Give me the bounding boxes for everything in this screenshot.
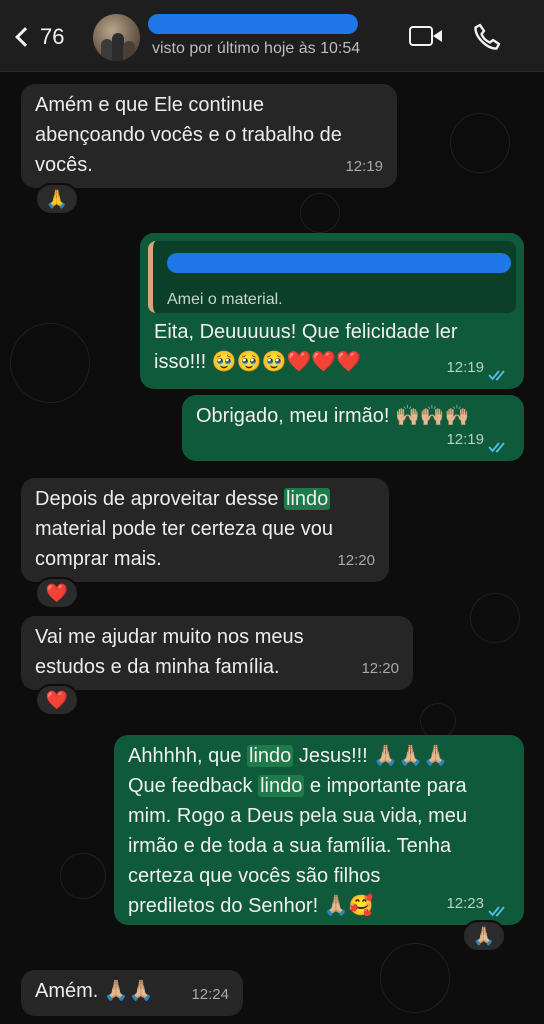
quoted-message[interactable]: Amei o material. (148, 241, 516, 313)
message-line: Vai me ajudar muito nos meus (35, 626, 304, 648)
message-time: 12:19 (446, 431, 484, 448)
message-line: mim. Rogo a Deus pela sua vida, meu (128, 805, 468, 827)
message-line: vocês. (35, 154, 93, 176)
chat-area[interactable]: Amém e que Ele continue abençoando vocês… (0, 73, 544, 1024)
back-chevron-icon (15, 27, 35, 47)
video-call-icon[interactable] (409, 24, 443, 50)
message-incoming[interactable]: Amém. 🙏🏼🙏🏼 12:24 (21, 970, 243, 1016)
reaction-badge[interactable]: 🙏🏼 (462, 920, 506, 952)
message-line: irmão e de toda a sua família. Tenha (128, 835, 452, 857)
chat-header: 76 visto por último hoje às 10:54 (0, 0, 544, 72)
message-time: 12:19 (345, 158, 383, 175)
message-outgoing[interactable]: Amei o material. Eita, Deuuuuus! Que fel… (140, 233, 524, 389)
message-line: isso!!! 🥹🥹🥹❤️❤️❤️ (154, 351, 362, 373)
message-time: 12:20 (337, 552, 375, 569)
message-time: 12:24 (191, 986, 229, 1003)
message-incoming[interactable]: Depois de aproveitar desse lindo materia… (21, 478, 389, 582)
message-time: 12:23 (446, 895, 484, 912)
unread-count: 76 (40, 24, 65, 49)
message-line: abençoando vocês e o trabalho de (35, 124, 342, 146)
contact-name-redacted[interactable] (148, 14, 358, 34)
double-check-icon (488, 442, 505, 453)
message-outgoing[interactable]: Ahhhhh, que lindo Jesus!!! 🙏🏼🙏🏼🙏🏼 Que fe… (114, 735, 524, 925)
search-highlight: lindo (247, 745, 294, 767)
message-incoming[interactable]: Vai me ajudar muito nos meus estudos e d… (21, 616, 413, 690)
message-line: Depois de aproveitar desse lindo (35, 488, 331, 510)
message-line: Que feedback lindo e importante para (128, 775, 467, 797)
message-line: estudos e da minha família. (35, 656, 280, 678)
double-check-icon (488, 906, 505, 917)
message-line: certeza que vocês são filhos (128, 865, 381, 887)
message-line: Amém e que Ele continue (35, 94, 265, 116)
message-incoming[interactable]: Amém e que Ele continue abençoando vocês… (21, 84, 397, 188)
quoted-author-redacted (167, 253, 511, 273)
message-line: material pode ter certeza que vou (35, 518, 333, 540)
quoted-text: Amei o material. (167, 291, 283, 308)
message-line: Ahhhhh, que lindo Jesus!!! 🙏🏼🙏🏼🙏🏼 (128, 745, 449, 767)
last-seen-status: visto por último hoje às 10:54 (152, 40, 361, 57)
message-outgoing[interactable]: Obrigado, meu irmão! 🙌🏼🙌🏼🙌🏼 12:19 (182, 395, 524, 461)
double-check-icon (488, 370, 505, 381)
reaction-badge[interactable]: 🙏 (35, 183, 79, 215)
reaction-badge[interactable]: ❤️ (35, 684, 79, 716)
message-line: Eita, Deuuuuus! Que felicidade ler (154, 321, 458, 343)
search-highlight: lindo (284, 488, 331, 510)
message-line: comprar mais. (35, 548, 162, 570)
message-time: 12:20 (361, 660, 399, 677)
avatar[interactable] (93, 14, 140, 61)
message-time: 12:19 (446, 359, 484, 376)
back-button[interactable]: 76 (14, 20, 84, 54)
reaction-badge[interactable]: ❤️ (35, 577, 79, 609)
phone-call-icon[interactable] (472, 22, 502, 52)
search-highlight: lindo (258, 775, 305, 797)
